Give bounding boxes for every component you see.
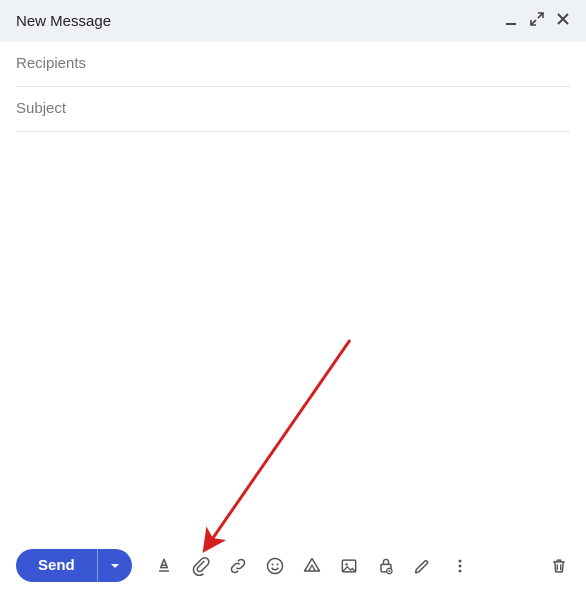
insert-link-icon[interactable]: [227, 555, 249, 577]
expand-icon[interactable]: [530, 12, 544, 31]
recipients-field[interactable]: [16, 42, 570, 87]
window-controls: [504, 12, 570, 31]
insert-drive-file-icon[interactable]: [301, 555, 323, 577]
compose-header: New Message: [0, 0, 586, 42]
formatting-options-icon[interactable]: [153, 555, 175, 577]
subject-input[interactable]: [16, 100, 570, 117]
message-body[interactable]: [0, 132, 586, 537]
insert-emoji-icon[interactable]: [264, 555, 286, 577]
recipients-input[interactable]: [16, 55, 570, 72]
send-button-group: Send: [16, 549, 132, 582]
send-button[interactable]: Send: [16, 549, 97, 582]
confidential-mode-icon[interactable]: [375, 555, 397, 577]
header-fields: [0, 42, 586, 132]
minimize-icon[interactable]: [504, 12, 518, 31]
more-options-icon[interactable]: [449, 555, 471, 577]
insert-signature-icon[interactable]: [412, 555, 434, 577]
close-icon[interactable]: [556, 12, 570, 31]
compose-toolbar: Send: [0, 537, 586, 600]
discard-draft-icon[interactable]: [548, 555, 570, 577]
window-title: New Message: [16, 13, 111, 30]
attach-file-icon[interactable]: [190, 555, 212, 577]
send-options-button[interactable]: [97, 549, 132, 582]
insert-photo-icon[interactable]: [338, 555, 360, 577]
subject-field[interactable]: [16, 87, 570, 132]
